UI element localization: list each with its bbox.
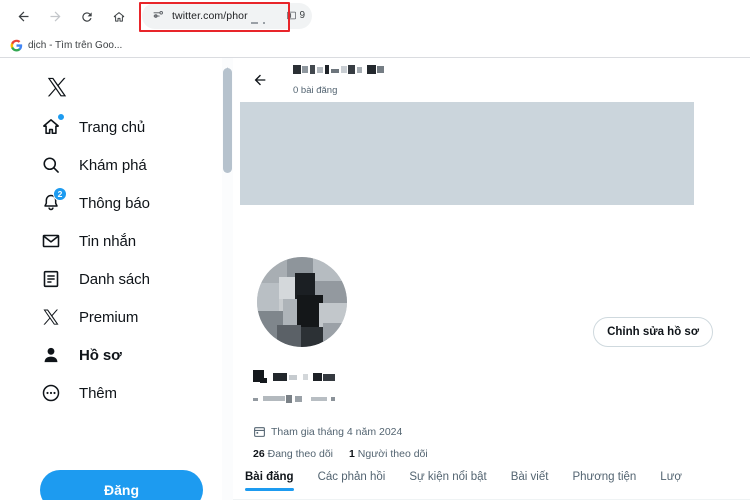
sidebar-item-ho-so[interactable]: Hồ sơ [36,336,216,374]
browser-chrome: twitter.com/phor 9 dịch - Tìm trên Goo..… [0,0,750,58]
scrollbar-thumb[interactable] [223,68,232,173]
back-arrow-icon[interactable] [245,65,275,95]
scroll-up-arrow-icon[interactable] [224,60,231,71]
more-circle-icon [36,378,66,408]
sidebar-item-tin-nhan[interactable]: Tin nhắn [36,222,216,260]
post-button[interactable]: Đăng [40,470,203,500]
profile-tabs: Bài đăng Các phản hồi Sự kiện nổi bật Bà… [245,471,750,500]
profile-main-column: 0 bài đăng Chỉnh sửa hồ sơ Tham gia thán… [233,58,750,500]
sidebar-label: Trang chủ [79,118,146,136]
sidebar-label: Tin nhắn [79,232,137,250]
profile-header-bar: 0 bài đăng [233,58,750,101]
x-logo-icon[interactable] [44,74,70,100]
profile-banner[interactable] [240,102,694,205]
calendar-icon [253,425,266,438]
profile-header-name-redacted [293,62,398,80]
profile-header-meta: 0 bài đăng [293,62,398,98]
bookmark-item[interactable]: dịch - Tìm trên Goo... [10,39,122,52]
sidebar-item-thong-bao[interactable]: 2 Thông báo [36,184,216,222]
google-icon [10,39,23,52]
sidebar-item-them[interactable]: Thêm [36,374,216,412]
bell-icon: 2 [36,187,67,218]
page-scrollbar[interactable] [222,58,233,500]
url-text: twitter.com/phor [172,9,248,22]
following-stat[interactable]: 26 Đang theo dõi [253,448,333,460]
sidebar-label: Danh sách [79,270,150,288]
followers-label: Người theo dõi [357,448,428,460]
omnibox-right-controls: 9 [287,7,305,25]
sidebar: Trang chủ Khám phá 2 Thông báo Tin nhắn … [0,58,222,500]
tab-cac-phan-hoi[interactable]: Các phản hồi [318,471,386,491]
bookmarks-bar: dịch - Tìm trên Goo... [0,33,750,58]
profile-header-posts: 0 bài đăng [293,84,338,96]
site-settings-icon[interactable] [150,8,166,24]
reload-button[interactable] [74,4,100,30]
sidebar-label: Khám phá [79,156,147,174]
address-bar[interactable]: twitter.com/phor 9 [142,2,312,29]
join-date-row: Tham gia tháng 4 năm 2024 [253,425,673,438]
profile-stats: 26 Đang theo dõi 1 Người theo dõi [253,448,673,460]
home-button[interactable] [106,4,132,30]
tab-bai-viet[interactable]: Bài viết [511,471,549,491]
omnibox-container: twitter.com/phor 9 [142,2,750,29]
followers-stat[interactable]: 1 Người theo dõi [349,448,428,460]
sidebar-label: Thêm [79,384,117,402]
omnibox-count: 9 [299,10,305,21]
x-premium-icon [36,302,66,332]
sidebar-label: Hồ sơ [79,346,122,364]
person-icon [36,340,66,370]
back-button[interactable] [10,4,36,30]
sidebar-item-kham-pha[interactable]: Khám phá [36,146,216,184]
envelope-icon [36,226,66,256]
notifications-badge: 2 [53,187,67,201]
profile-display-name-redacted [253,370,673,388]
profile-info: Tham gia tháng 4 năm 2024 26 Đang theo d… [253,370,673,460]
profile-handle-redacted [253,391,673,409]
join-date-text: Tham gia tháng 4 năm 2024 [271,425,403,438]
avatar[interactable] [257,257,347,347]
list-icon [36,264,66,294]
home-icon [36,112,66,142]
forward-button[interactable] [42,4,68,30]
sidebar-item-premium[interactable]: Premium [36,298,216,336]
profile-avatar-ring [253,253,351,351]
sidebar-label: Thông báo [79,194,150,212]
search-icon [36,150,66,180]
url-redacted-part [250,12,276,24]
navigation-toolbar: twitter.com/phor 9 [0,0,750,33]
tab-su-kien-noi-bat[interactable]: Sự kiện nổi bật [409,471,486,491]
browser-window: twitter.com/phor 9 dịch - Tìm trên Goo..… [0,0,750,500]
extension-icon[interactable] [287,7,297,25]
edit-profile-button[interactable]: Chỉnh sửa hồ sơ [593,317,713,347]
sidebar-nav-list: Trang chủ Khám phá 2 Thông báo Tin nhắn … [36,108,216,412]
sidebar-item-danh-sach[interactable]: Danh sách [36,260,216,298]
home-badge-dot [57,113,65,121]
sidebar-label: Premium [79,308,139,326]
sidebar-item-trang-chu[interactable]: Trang chủ [36,108,216,146]
tab-phuong-tien[interactable]: Phương tiện [572,471,636,491]
followers-count: 1 [349,448,355,460]
tab-luot-thich[interactable]: Lượ [660,471,682,491]
following-label: Đang theo dõi [267,448,333,460]
page-content: Trang chủ Khám phá 2 Thông báo Tin nhắn … [0,58,750,500]
tab-bai-dang[interactable]: Bài đăng [245,471,294,491]
bookmark-label: dịch - Tìm trên Goo... [28,40,123,51]
following-count: 26 [253,448,265,460]
